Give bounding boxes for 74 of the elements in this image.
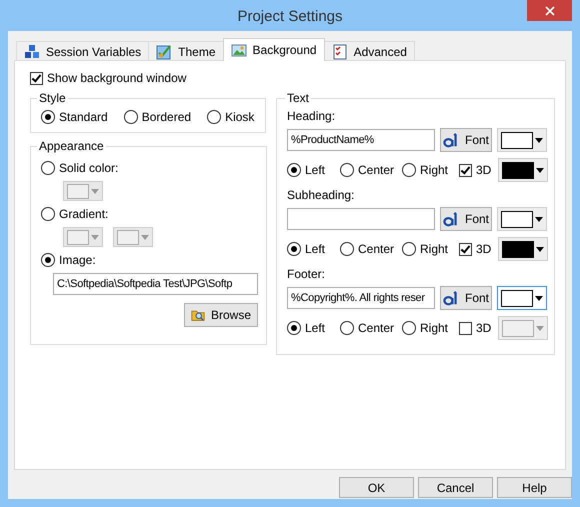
tab[interactable]: Advanced (324, 41, 415, 61)
checkbox[interactable] (459, 164, 472, 176)
radio-button[interactable] (41, 161, 55, 175)
color-dropdown[interactable] (497, 207, 547, 231)
group-title: Text (286, 91, 310, 105)
group-title: Appearance (38, 139, 105, 153)
radio-label: Bordered (142, 110, 192, 124)
radio-label: Right (420, 321, 448, 335)
tab[interactable]: Session Variables (16, 41, 150, 61)
browse-button[interactable]: Browse (184, 303, 258, 327)
radio-label: Gradient: (59, 207, 108, 221)
radio-button[interactable] (287, 242, 301, 256)
color-dropdown[interactable] (498, 237, 548, 261)
text-field[interactable]: %ProductName% (287, 129, 435, 151)
radio-button[interactable] (41, 253, 55, 267)
blocks-icon (24, 44, 40, 60)
checkbox-label: 3D (476, 242, 492, 256)
font-button[interactable]: Font (440, 286, 492, 310)
radio-label: Image: (59, 253, 96, 267)
field-label: Footer: (287, 267, 326, 281)
color-dropdown[interactable] (497, 128, 547, 152)
color-dropdown[interactable] (63, 181, 103, 201)
color-dropdown[interactable] (113, 227, 153, 247)
radio-button[interactable] (41, 110, 55, 124)
radio-label: Left (305, 242, 326, 256)
radio-button[interactable] (287, 321, 301, 335)
color-dropdown[interactable] (63, 227, 103, 247)
checkbox[interactable] (459, 242, 472, 256)
checkbox[interactable] (459, 322, 472, 334)
field-label: Heading: (287, 109, 336, 123)
tab[interactable]: Background (222, 38, 325, 61)
radio-label: Solid color: (59, 161, 118, 175)
tab[interactable]: Theme (148, 41, 224, 61)
checkbox-label: 3D (476, 163, 492, 177)
color-dropdown[interactable] (498, 316, 548, 340)
radio-button[interactable] (340, 242, 354, 256)
dialog-button[interactable]: Help (497, 477, 572, 498)
window-title: Project Settings (237, 8, 343, 25)
radio-label: Left (305, 163, 326, 177)
checkbox-label: Show background window (47, 71, 186, 85)
dialog-button[interactable]: OK (339, 477, 414, 498)
color-dropdown[interactable] (497, 286, 547, 310)
radio-label: Right (420, 242, 448, 256)
radio-button[interactable] (340, 163, 354, 177)
font-button[interactable]: Font (440, 207, 492, 231)
radio-button[interactable] (340, 321, 354, 335)
radio-label: Center (358, 242, 394, 256)
radio-label: Kiosk (225, 110, 254, 124)
radio-button[interactable] (41, 207, 55, 221)
color-dropdown[interactable] (498, 158, 548, 182)
group-title: Style (38, 91, 67, 105)
radio-button[interactable] (287, 163, 301, 177)
radio-label: Standard (59, 110, 108, 124)
radio-button[interactable] (402, 321, 416, 335)
radio-label: Center (358, 321, 394, 335)
radio-button[interactable] (207, 110, 222, 124)
close-icon (544, 6, 554, 16)
radio-label: Right (420, 163, 448, 177)
dialog-button[interactable]: Cancel (418, 477, 493, 498)
field-label: Subheading: (287, 188, 356, 202)
image-path-field[interactable]: C:\Softpedia\Softpedia Test\JPG\Softp (53, 273, 258, 295)
radio-button[interactable] (402, 242, 416, 256)
radio-button[interactable] (124, 110, 138, 124)
picture-icon (230, 42, 247, 58)
checkbox-label: 3D (476, 321, 492, 335)
radio-label: Left (305, 321, 326, 335)
close-button[interactable] (527, 0, 572, 21)
checkbox[interactable] (30, 72, 43, 84)
checkmark-icon (156, 44, 172, 60)
font-button[interactable]: Font (440, 128, 492, 152)
radio-label: Center (358, 163, 394, 177)
text-field[interactable]: %Copyright%. All rights reser (287, 287, 435, 309)
text-field[interactable] (287, 208, 435, 230)
radio-button[interactable] (402, 163, 416, 177)
